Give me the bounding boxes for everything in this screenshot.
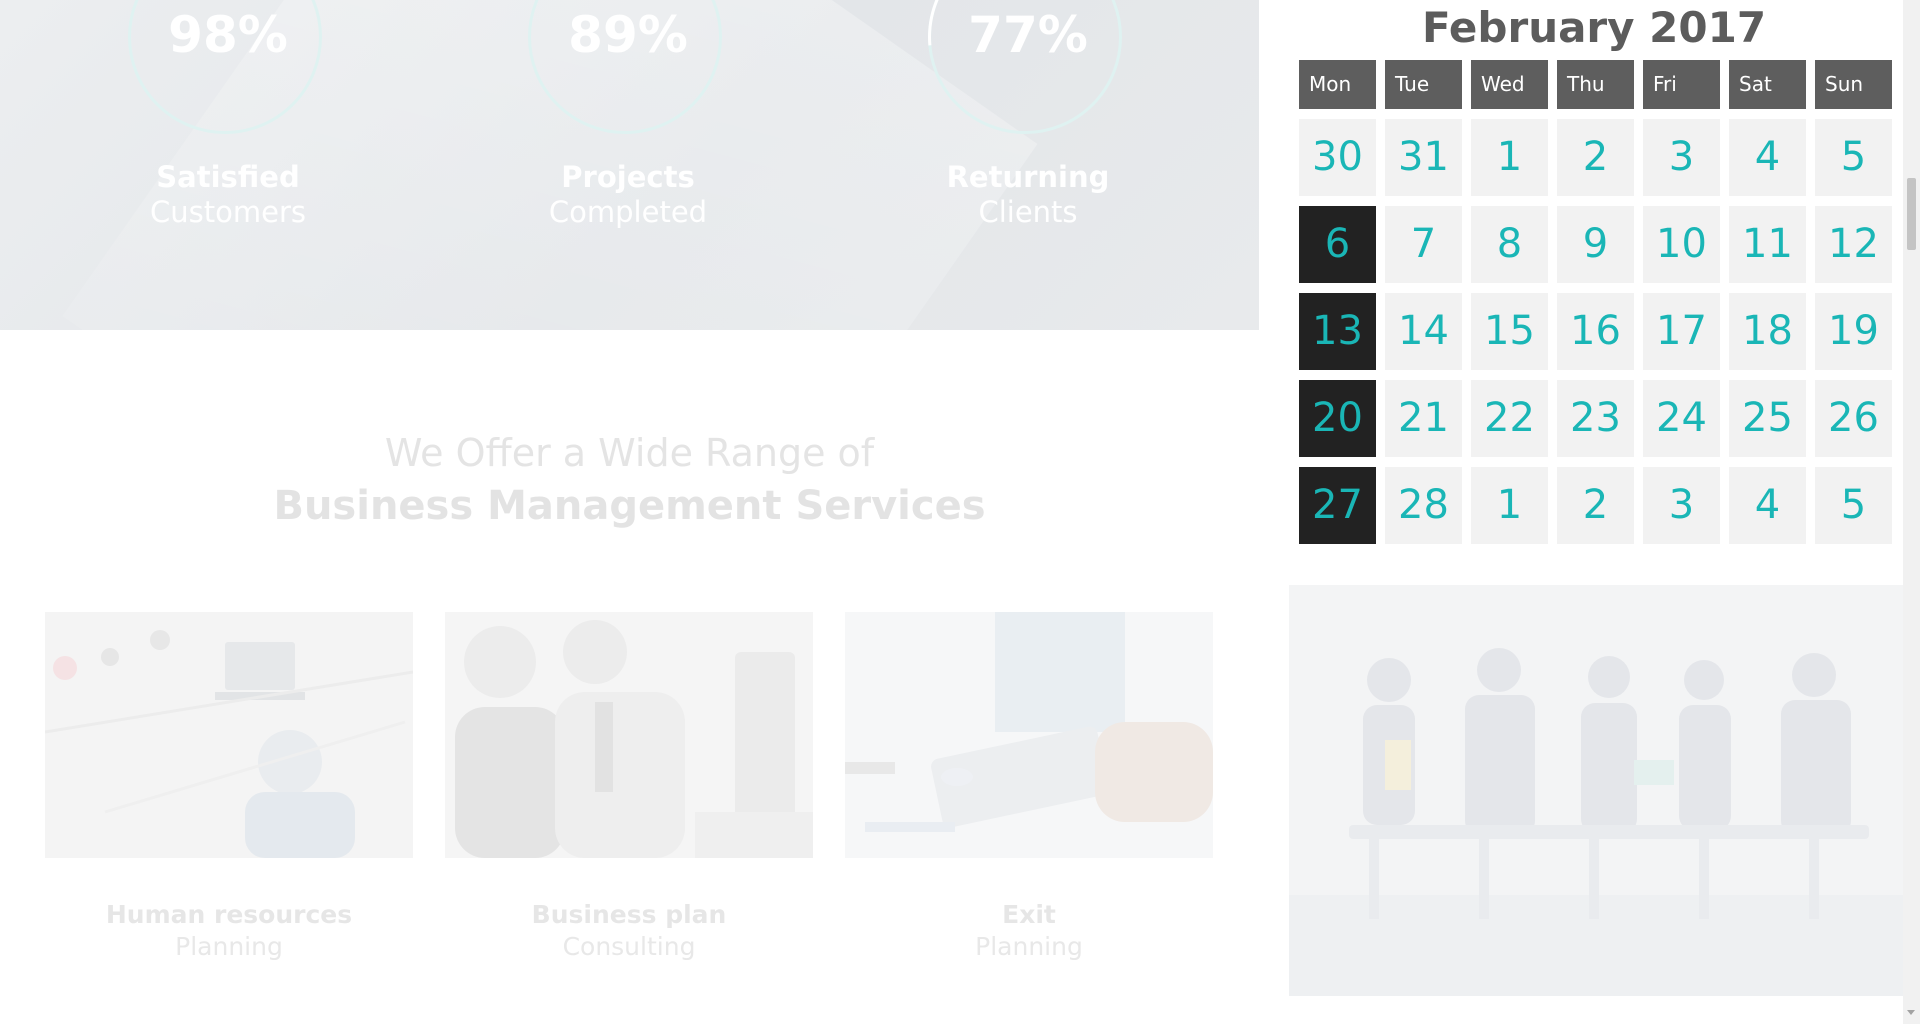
calendar-day[interactable]: 23 xyxy=(1557,380,1634,457)
calendar-day[interactable]: 26 xyxy=(1815,380,1892,457)
calendar-day[interactable]: 21 xyxy=(1385,380,1462,457)
calendar-day[interactable]: 5 xyxy=(1815,467,1892,544)
stat-title: Satisfied xyxy=(156,160,300,194)
calendar-day[interactable]: 6 xyxy=(1299,206,1376,283)
calendar-day[interactable]: 22 xyxy=(1471,380,1548,457)
job-applicants-photo xyxy=(1289,585,1903,996)
calendar-day[interactable]: 24 xyxy=(1643,380,1720,457)
calendar-day[interactable]: 20 xyxy=(1299,380,1376,457)
scrollbar-thumb[interactable] xyxy=(1907,178,1916,250)
call-center-photo xyxy=(445,612,813,858)
calendar-day[interactable]: 11 xyxy=(1729,206,1806,283)
calendar-day[interactable]: 15 xyxy=(1471,293,1548,370)
service-card-exit[interactable]: Exit Planning xyxy=(845,612,1213,961)
calendar-day[interactable]: 10 xyxy=(1643,206,1720,283)
stat-value: 89% xyxy=(568,6,688,64)
scroll-down-arrow-icon[interactable] xyxy=(1907,1010,1915,1015)
calendar-day[interactable]: 18 xyxy=(1729,293,1806,370)
calendar-day[interactable]: 28 xyxy=(1385,467,1462,544)
weekday-header: Tue xyxy=(1385,60,1462,109)
calendar-day[interactable]: 2 xyxy=(1557,119,1634,196)
stat-subtitle: Clients xyxy=(978,195,1078,229)
stat-value: 77% xyxy=(968,6,1088,64)
stat-value: 98% xyxy=(168,6,288,64)
service-subtitle: Consulting xyxy=(562,932,696,961)
calendar-day[interactable]: 13 xyxy=(1299,293,1376,370)
calendar-day[interactable]: 27 xyxy=(1299,467,1376,544)
calendar-day[interactable]: 8 xyxy=(1471,206,1548,283)
stat-title: Projects xyxy=(561,160,695,194)
page: 98% Satisfied Customers 89% Projects Com… xyxy=(0,0,1920,1024)
calendar-day[interactable]: 2 xyxy=(1557,467,1634,544)
calendar-day[interactable]: 3 xyxy=(1643,467,1720,544)
calendar-title: February 2017 xyxy=(1421,3,1767,52)
calendar-day[interactable]: 25 xyxy=(1729,380,1806,457)
stats-banner: 98% Satisfied Customers 89% Projects Com… xyxy=(0,0,1259,330)
stat-title: Returning xyxy=(946,160,1110,194)
calendar-day[interactable]: 19 xyxy=(1815,293,1892,370)
stat-subtitle: Completed xyxy=(548,195,708,229)
calendar-day[interactable]: 16 xyxy=(1557,293,1634,370)
vertical-scrollbar[interactable] xyxy=(1903,0,1920,1024)
office-desk-photo xyxy=(45,612,413,858)
calendar-day[interactable]: 1 xyxy=(1471,467,1548,544)
service-title: Human resources xyxy=(105,900,353,929)
calendar-day[interactable]: 5 xyxy=(1815,119,1892,196)
service-title: Business plan xyxy=(531,900,727,929)
calendar-day[interactable]: 7 xyxy=(1385,206,1462,283)
weekday-header: Wed xyxy=(1471,60,1548,109)
calendar-day[interactable]: 14 xyxy=(1385,293,1462,370)
weekday-header: Sun xyxy=(1815,60,1892,109)
stat-subtitle: Customers xyxy=(150,195,306,229)
calendar-day[interactable]: 1 xyxy=(1471,119,1548,196)
calendar-day[interactable]: 17 xyxy=(1643,293,1720,370)
weekday-header: Fri xyxy=(1643,60,1720,109)
service-card-human-resources[interactable]: Human resources Planning xyxy=(45,612,413,961)
calendar-day[interactable]: 30 xyxy=(1299,119,1376,196)
weekday-header: Sat xyxy=(1729,60,1806,109)
service-subtitle: Planning xyxy=(175,932,283,961)
calendar-day[interactable]: 9 xyxy=(1557,206,1634,283)
services-heading-bold: Business Management Services xyxy=(273,483,986,529)
services-heading: We Offer a Wide Range of Business Manage… xyxy=(0,428,1259,534)
calendar-day[interactable]: 12 xyxy=(1815,206,1892,283)
calendar-day[interactable]: 4 xyxy=(1729,467,1806,544)
calendar-grid: Mon Tue Wed Thu Fri Sat Sun 30 31 1 2 3 … xyxy=(1299,60,1892,554)
calendar-day[interactable]: 31 xyxy=(1385,119,1462,196)
service-card-business-plan[interactable]: Business plan Consulting xyxy=(445,612,813,961)
service-title: Exit xyxy=(1002,900,1056,929)
calendar-day[interactable]: 3 xyxy=(1643,119,1720,196)
calendar-day[interactable]: 4 xyxy=(1729,119,1806,196)
service-subtitle: Planning xyxy=(975,932,1083,961)
calculator-photo xyxy=(845,612,1213,858)
services-heading-light: We Offer a Wide Range of xyxy=(384,431,875,475)
weekday-header: Mon xyxy=(1299,60,1376,109)
weekday-header: Thu xyxy=(1557,60,1634,109)
